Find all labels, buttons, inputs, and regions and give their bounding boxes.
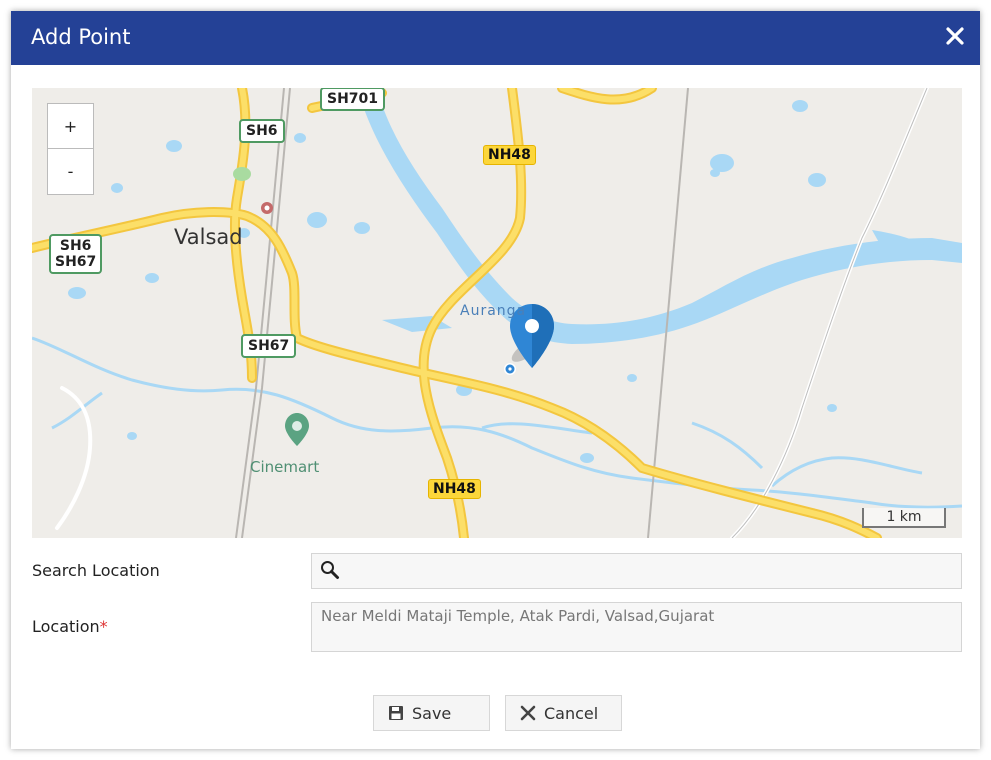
x-icon (520, 705, 536, 721)
map-label-city: Valsad (174, 225, 243, 249)
road-shield-sh6-sh67: SH6 SH67 (49, 234, 103, 274)
map-label-auranga: Auranga (460, 303, 527, 319)
cancel-button[interactable]: Cancel (505, 695, 622, 731)
close-icon[interactable] (944, 25, 966, 47)
shield-sh67-line: SH67 (55, 254, 97, 270)
zoom-control: + - (47, 103, 94, 195)
cinema-pin-icon (285, 413, 309, 446)
road-shield-nh48-top: NH48 (483, 145, 536, 165)
location-label: Location* (32, 617, 108, 636)
map-view[interactable]: Valsad Auranga Cinemart SH701 SH6 SH6 SH… (32, 88, 962, 538)
search-location-input[interactable] (311, 553, 962, 589)
add-point-dialog: Add Point Valsad Auranga Cinemart SH701 … (11, 11, 980, 749)
dialog-titlebar: Add Point (11, 11, 980, 65)
location-field[interactable]: Near Meldi Mataji Temple, Atak Pardi, Va… (311, 602, 962, 652)
save-button-label: Save (412, 704, 452, 723)
required-asterisk: * (99, 617, 108, 636)
dialog-title: Add Point (31, 25, 131, 49)
map-label-cinemart: Cinemart (250, 458, 320, 476)
search-icon (321, 561, 339, 579)
road-shield-sh701: SH701 (320, 88, 386, 111)
location-value: Near Meldi Mataji Temple, Atak Pardi, Va… (321, 607, 715, 625)
road-shield-sh6: SH6 (239, 119, 285, 143)
road-shield-nh48-bottom: NH48 (428, 479, 481, 499)
zoom-out-button[interactable]: - (48, 149, 93, 194)
floppy-disk-icon (389, 706, 403, 720)
road-shield-sh67: SH67 (241, 334, 297, 358)
zoom-in-button[interactable]: + (48, 104, 93, 149)
map-scale: 1 km (862, 508, 946, 528)
poi-pin-icon (261, 202, 273, 214)
cancel-button-label: Cancel (544, 704, 599, 723)
save-button[interactable]: Save (373, 695, 490, 731)
shield-sh6-line: SH6 (59, 238, 92, 254)
search-location-label: Search Location (32, 561, 160, 580)
location-label-text: Location (32, 617, 100, 636)
